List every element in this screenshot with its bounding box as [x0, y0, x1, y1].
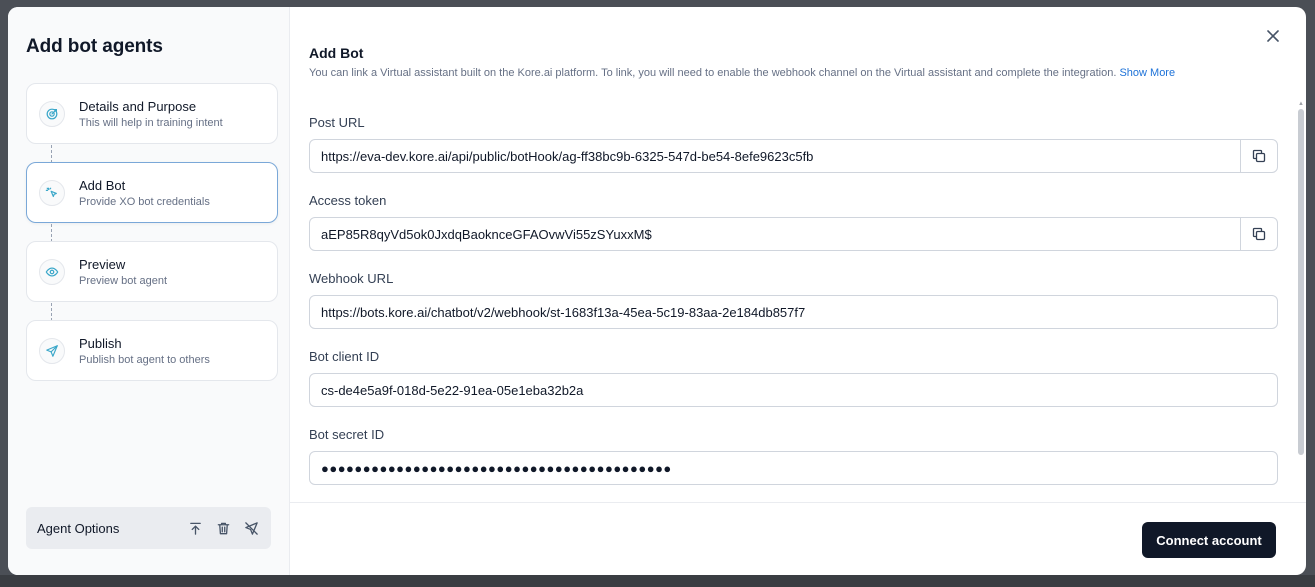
panel-title: Add Bot: [309, 45, 364, 61]
bot-secret-id-input[interactable]: [310, 452, 1277, 484]
step-details-and-purpose[interactable]: Details and Purpose This will help in tr…: [26, 83, 278, 163]
access-token-input[interactable]: [310, 218, 1240, 250]
step-subtitle: Publish bot agent to others: [79, 353, 210, 366]
step-connector: [51, 303, 52, 321]
copy-post-url-button[interactable]: [1240, 140, 1277, 172]
agent-options-label: Agent Options: [37, 520, 120, 536]
credentials-form: Post URL Access token Webhook URL: [309, 115, 1278, 505]
step-title: Preview: [79, 256, 126, 272]
bot-client-id-label: Bot client ID: [309, 349, 380, 364]
scrollbar-thumb[interactable]: [1298, 109, 1304, 455]
panel-description: You can link a Virtual assistant built o…: [309, 67, 1306, 79]
agent-options-bar: Agent Options: [26, 507, 271, 549]
send-icon: [39, 337, 65, 364]
eye-icon: [39, 258, 65, 285]
copy-access-token-button[interactable]: [1240, 218, 1277, 250]
close-icon[interactable]: [1264, 27, 1282, 45]
webhook-url-label: Webhook URL: [309, 271, 394, 286]
upload-icon[interactable]: [185, 518, 205, 538]
description-text: You can link a Virtual assistant built o…: [309, 67, 1117, 79]
step-title: Publish: [79, 335, 122, 351]
post-url-label: Post URL: [309, 115, 365, 130]
cursor-click-icon: [39, 179, 65, 206]
show-more-link[interactable]: Show More: [1119, 67, 1175, 79]
copy-icon: [1252, 149, 1266, 163]
step-publish[interactable]: Publish Publish bot agent to others: [26, 320, 278, 381]
connect-account-button[interactable]: Connect account: [1142, 522, 1276, 558]
webhook-url-field-wrapper: [309, 295, 1278, 329]
copy-icon: [1252, 227, 1266, 241]
step-connector: [51, 145, 52, 163]
backdrop: [0, 575, 1315, 587]
step-subtitle: This will help in training intent: [79, 116, 223, 129]
step-connector: [51, 224, 52, 242]
step-subtitle: Provide XO bot credentials: [79, 195, 210, 208]
bot-secret-id-field-wrapper: [309, 451, 1278, 485]
add-bot-panel: Add Bot You can link a Virtual assistant…: [290, 7, 1306, 575]
bot-secret-id-label: Bot secret ID: [309, 427, 385, 442]
access-token-label: Access token: [309, 193, 387, 208]
step-title: Details and Purpose: [79, 98, 197, 114]
step-title: Add Bot: [79, 177, 126, 193]
step-subtitle: Preview bot agent: [79, 274, 168, 287]
access-token-field-wrapper: [309, 217, 1278, 251]
add-bot-agents-modal: Add bot agents Details and Purpose This …: [8, 7, 1306, 575]
steps-sidebar: Add bot agents Details and Purpose This …: [8, 7, 290, 575]
post-url-field-wrapper: [309, 139, 1278, 173]
step-add-bot[interactable]: Add Bot Provide XO bot credentials: [26, 162, 278, 242]
step-list: Details and Purpose This will help in tr…: [26, 83, 278, 381]
bot-client-id-field-wrapper: [309, 373, 1278, 407]
post-url-input[interactable]: [310, 140, 1240, 172]
sidebar-title: Add bot agents: [26, 36, 163, 57]
form-scrollbar[interactable]: [1298, 103, 1304, 459]
send-off-icon[interactable]: [241, 518, 261, 538]
trash-icon[interactable]: [213, 518, 233, 538]
panel-footer: Connect account: [290, 502, 1306, 575]
bot-client-id-input[interactable]: [310, 374, 1277, 406]
step-preview[interactable]: Preview Preview bot agent: [26, 241, 278, 321]
webhook-url-input[interactable]: [310, 296, 1277, 328]
target-icon: [39, 100, 65, 127]
panel-header: Add Bot You can link a Virtual assistant…: [290, 7, 1306, 79]
